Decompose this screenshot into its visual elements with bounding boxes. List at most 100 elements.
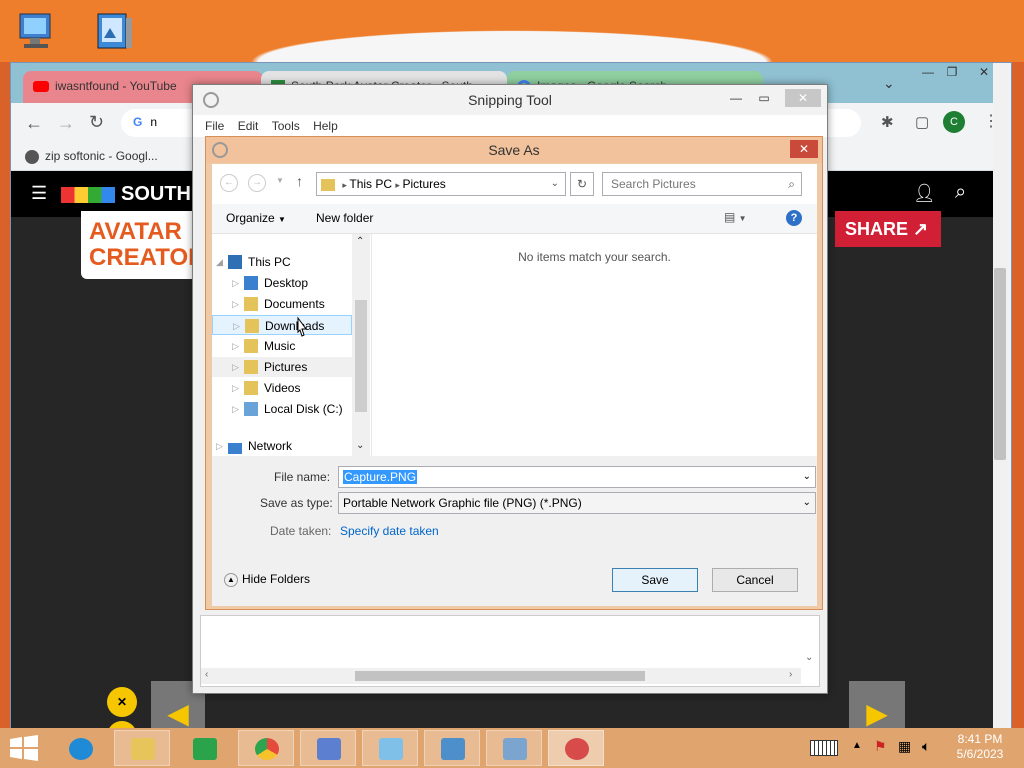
search-icon[interactable]: ⌕ bbox=[955, 181, 966, 204]
collapse-arrow-icon[interactable]: ▷ bbox=[232, 399, 239, 419]
scrollbar-thumb[interactable] bbox=[994, 268, 1006, 460]
snip-maximize-button[interactable]: ▭ bbox=[753, 89, 775, 107]
menu-help[interactable]: Help bbox=[313, 119, 338, 133]
logo-blocks-icon bbox=[61, 186, 115, 203]
collapse-arrow-icon[interactable]: ▷ bbox=[232, 378, 239, 398]
flag-icon[interactable]: ⚑ bbox=[874, 738, 887, 755]
tree-local-disk[interactable]: ▷ Local Disk (C:) bbox=[212, 399, 352, 419]
save-button[interactable]: Save bbox=[612, 568, 698, 592]
minimize-button[interactable]: — bbox=[917, 63, 939, 81]
tab-search-icon[interactable]: ⌄ bbox=[883, 75, 895, 92]
refresh-icon[interactable]: ↻ bbox=[570, 172, 594, 196]
share-button[interactable]: SHARE ↗ bbox=[835, 211, 941, 247]
save-as-close-button[interactable]: ✕ bbox=[790, 140, 818, 158]
tree-documents[interactable]: ▷ Documents bbox=[212, 294, 352, 314]
nav-scroll-thumb[interactable] bbox=[355, 300, 367, 412]
external-link-icon: ↗ bbox=[913, 219, 929, 239]
tree-network[interactable]: ▷ Network bbox=[212, 440, 352, 454]
hamburger-icon[interactable]: ☰ bbox=[31, 183, 47, 204]
collapse-circle-icon: ▲ bbox=[224, 572, 238, 587]
snip-minimize-button[interactable]: — bbox=[725, 89, 747, 107]
scroll-down-icon[interactable]: ⌄ bbox=[356, 440, 364, 451]
help-icon[interactable]: ? bbox=[786, 210, 802, 226]
close-button[interactable]: ✕ bbox=[973, 63, 995, 81]
site-logo[interactable]: SOUTH bbox=[61, 183, 191, 206]
back-arrow-icon[interactable]: ← bbox=[220, 174, 238, 192]
maximize-button[interactable]: ❐ bbox=[941, 63, 963, 81]
menu-file[interactable]: File bbox=[205, 119, 224, 133]
tree-desktop[interactable]: ▷ Desktop bbox=[212, 273, 352, 293]
reload-icon[interactable]: ↻ bbox=[89, 112, 104, 133]
vertical-scroll-arrow-icon[interactable]: ⌄ bbox=[805, 652, 813, 663]
save-form: File name: Capture.PNG ⌄ Save as type: P… bbox=[212, 456, 817, 606]
recent-dropdown-icon[interactable]: ▼ bbox=[276, 176, 284, 185]
breadcrumb-pictures[interactable]: Pictures bbox=[402, 177, 445, 191]
tree-pictures[interactable]: ▷ Pictures bbox=[212, 357, 352, 377]
collapse-arrow-icon[interactable]: ▷ bbox=[232, 357, 239, 377]
breadcrumb-this-pc[interactable]: This PC bbox=[349, 177, 392, 191]
forward-icon[interactable]: → bbox=[57, 113, 75, 134]
taskbar-explorer[interactable] bbox=[114, 730, 170, 766]
start-button[interactable] bbox=[8, 734, 40, 762]
profile-avatar[interactable]: C bbox=[943, 111, 965, 133]
horizontal-scrollbar[interactable]: ‹ › bbox=[201, 668, 801, 684]
collapse-arrow-icon[interactable]: ▷ bbox=[232, 294, 239, 314]
snip-close-button[interactable]: ✕ bbox=[785, 89, 821, 107]
taskbar-store[interactable] bbox=[176, 730, 232, 766]
search-input[interactable]: Search Pictures ⌕ bbox=[602, 172, 802, 196]
taskbar-notepad[interactable] bbox=[362, 730, 418, 766]
bookmark-item[interactable]: zip softonic - Googl... bbox=[25, 149, 158, 164]
collapse-arrow-icon[interactable]: ▷ bbox=[233, 316, 240, 336]
save-type-label: Save as type: bbox=[260, 496, 333, 510]
view-options-icon[interactable]: ▤ ▼ bbox=[724, 210, 747, 224]
clock[interactable]: 8:41 PM 5/6/2023 bbox=[944, 732, 1016, 762]
taskbar-snipping-tool[interactable] bbox=[548, 730, 604, 766]
breadcrumb-bar[interactable]: ▸ This PC ▸ Pictures ⌄ bbox=[316, 172, 566, 196]
computer-icon[interactable] bbox=[16, 10, 60, 54]
taskbar-chrome[interactable] bbox=[238, 730, 294, 766]
taskbar-window[interactable] bbox=[486, 730, 542, 766]
organize-button[interactable]: Organize ▼ bbox=[226, 211, 286, 225]
file-name-input[interactable]: Capture.PNG ⌄ bbox=[338, 466, 816, 488]
collapse-arrow-icon[interactable]: ▷ bbox=[216, 440, 223, 452]
pictures-folder-icon bbox=[244, 360, 258, 374]
keyboard-icon[interactable] bbox=[810, 740, 838, 756]
breadcrumb-dropdown-icon[interactable]: ⌄ bbox=[551, 173, 559, 195]
hide-folders-button[interactable]: ▲ Hide Folders bbox=[224, 572, 310, 587]
extensions-icon[interactable]: ✱ bbox=[881, 113, 894, 131]
menu-tools[interactable]: Tools bbox=[272, 119, 300, 133]
tree-videos[interactable]: ▷ Videos bbox=[212, 378, 352, 398]
volume-icon[interactable]: 🔈︎ bbox=[922, 738, 930, 755]
scroll-left-icon[interactable]: ‹ bbox=[205, 669, 208, 680]
tree-downloads[interactable]: ▷ Downloads bbox=[212, 315, 352, 335]
cancel-button[interactable]: Cancel bbox=[712, 568, 798, 592]
tree-this-pc[interactable]: ◢ This PC bbox=[212, 252, 352, 272]
network-icon[interactable]: ▦ bbox=[898, 738, 911, 755]
tree-music[interactable]: ▷ Music bbox=[212, 336, 352, 356]
taskbar-ie[interactable] bbox=[52, 730, 108, 766]
dropdown-arrow-icon[interactable]: ⌄ bbox=[803, 493, 811, 513]
date-taken-link[interactable]: Specify date taken bbox=[340, 524, 439, 538]
save-type-select[interactable]: Portable Network Graphic file (PNG) (*.P… bbox=[338, 492, 816, 514]
close-circle-button[interactable]: ✕ bbox=[107, 687, 137, 717]
taskbar-media[interactable] bbox=[300, 730, 356, 766]
sidebar-icon[interactable]: ▢ bbox=[915, 113, 929, 131]
scroll-up-icon[interactable]: ⌃ bbox=[356, 236, 364, 247]
scroll-right-icon[interactable]: › bbox=[789, 669, 792, 680]
show-hidden-icons[interactable]: ▲ bbox=[852, 740, 862, 751]
scroll-thumb[interactable] bbox=[355, 671, 645, 681]
up-arrow-icon[interactable]: ↑ bbox=[296, 173, 303, 189]
nav-scrollbar[interactable]: ⌃ ⌄ bbox=[352, 234, 370, 456]
expand-arrow-icon[interactable]: ◢ bbox=[216, 252, 223, 272]
taskbar-photos[interactable] bbox=[424, 730, 480, 766]
picture-app-icon[interactable] bbox=[92, 10, 136, 54]
account-icon[interactable]: 👤︎ bbox=[913, 183, 936, 204]
dropdown-arrow-icon[interactable]: ⌄ bbox=[803, 467, 811, 487]
back-icon[interactable]: ← bbox=[25, 113, 43, 134]
forward-arrow-icon[interactable]: → bbox=[248, 174, 266, 192]
collapse-arrow-icon[interactable]: ▷ bbox=[232, 273, 239, 293]
new-folder-button[interactable]: New folder bbox=[316, 211, 373, 225]
menu-edit[interactable]: Edit bbox=[238, 119, 259, 133]
banner-line: CREATOR bbox=[89, 244, 197, 271]
collapse-arrow-icon[interactable]: ▷ bbox=[232, 336, 239, 356]
